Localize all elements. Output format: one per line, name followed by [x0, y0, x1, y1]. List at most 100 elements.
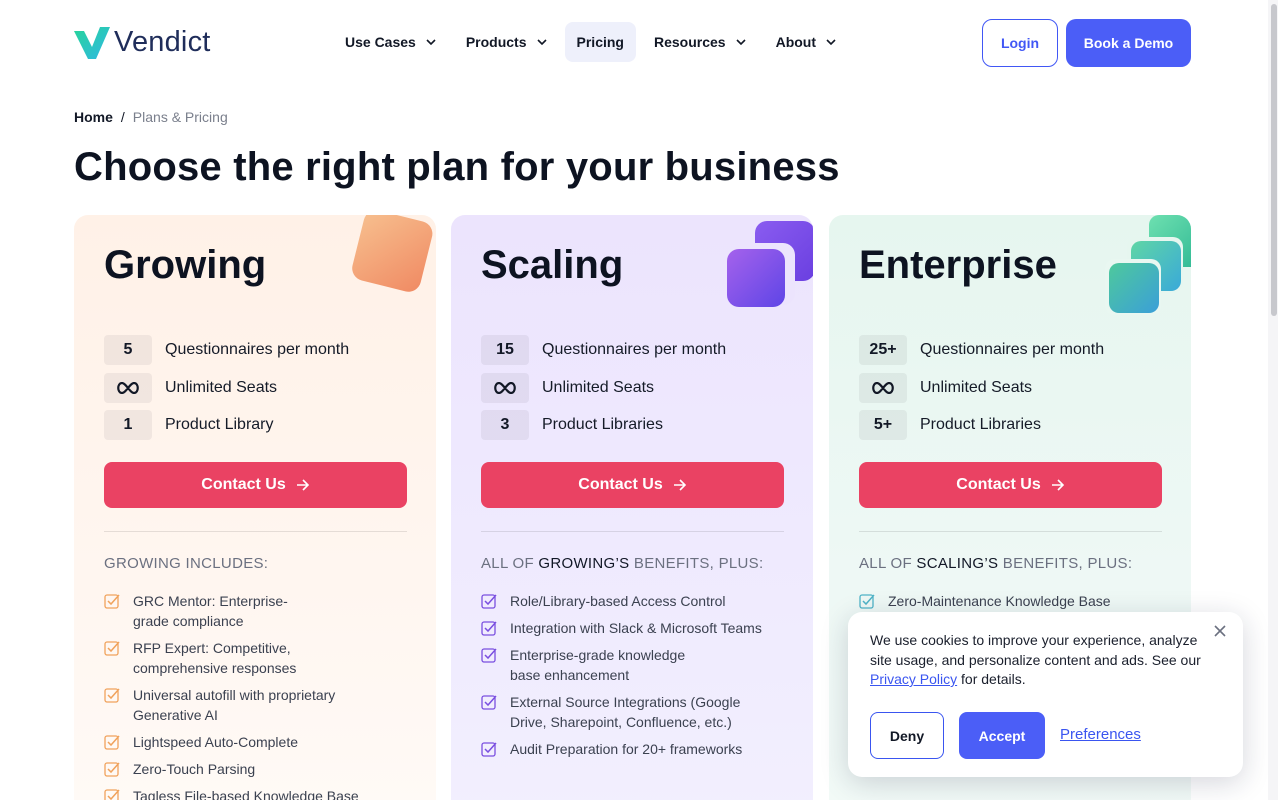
privacy-policy-link[interactable]: Privacy Policy [870, 671, 957, 687]
contact-us-button[interactable]: Contact Us [859, 462, 1162, 508]
login-button[interactable]: Login [982, 19, 1058, 67]
checkbox-icon [104, 688, 120, 703]
chevron-down-icon [736, 39, 746, 46]
feature-item: Role/Library-based Access Control [481, 591, 781, 611]
stat-value: 15 [481, 335, 529, 365]
checkbox-icon [481, 695, 497, 710]
includes-highlight: GROWING’S [538, 555, 630, 572]
infinity-icon [859, 372, 907, 403]
menu-products-label: Products [465, 34, 527, 50]
menu-resources-label: Resources [653, 34, 726, 50]
stat-row: Unlimited Seats [859, 372, 1169, 403]
menu-products[interactable]: Products [454, 22, 559, 62]
accept-button[interactable]: Accept [959, 712, 1045, 759]
feature-item: Lightspeed Auto-Complete [104, 732, 404, 752]
includes-heading: ALL OF SCALING’S BENEFITS, PLUS: [859, 555, 1132, 572]
arrow-right-icon [673, 479, 686, 491]
contact-us-label: Contact Us [578, 476, 663, 493]
purple-squares-decoration [727, 221, 813, 307]
chevron-down-icon [426, 39, 436, 46]
breadcrumb-home[interactable]: Home [74, 109, 113, 125]
deny-button[interactable]: Deny [870, 712, 944, 759]
menu-about[interactable]: About [764, 22, 848, 62]
feature-text: GRC Mentor: Enterprise-grade compliance [133, 593, 288, 629]
arrow-right-icon [296, 479, 309, 491]
stat-value: 3 [481, 410, 529, 440]
feature-item: GRC Mentor: Enterprise-grade compliance [104, 591, 404, 631]
feature-list: Role/Library-based Access Control Integr… [481, 591, 781, 766]
checkbox-icon [104, 789, 120, 800]
stat-row: Unlimited Seats [104, 372, 414, 403]
book-demo-button[interactable]: Book a Demo [1066, 19, 1191, 67]
stat-row: 5+ Product Libraries [859, 410, 1169, 440]
menu-pricing-label: Pricing [576, 34, 624, 50]
includes-prefix: ALL OF [481, 555, 539, 572]
checkbox-icon [104, 735, 120, 750]
preferences-link[interactable]: Preferences [1060, 726, 1141, 743]
checkbox-icon [104, 762, 120, 777]
top-nav: Vendict Use Cases Products Pricing Resou… [0, 0, 1280, 86]
brand-name: Vendict [114, 25, 211, 58]
vendict-logo-icon [74, 27, 110, 59]
plan-title: Scaling [481, 243, 624, 287]
plan-title: Enterprise [859, 243, 1057, 287]
feature-item: Enterprise-grade knowledge base enhancem… [481, 645, 781, 685]
cookie-message: We use cookies to improve your experienc… [870, 631, 1220, 690]
menu-use-cases[interactable]: Use Cases [333, 22, 448, 62]
stat-row: 15 Questionnaires per month [481, 335, 791, 365]
checkbox-icon [104, 641, 120, 656]
plan-stats: 25+ Questionnaires per month Unlimited S… [859, 335, 1169, 448]
feature-text: Tagless File-based Knowledge Base [133, 788, 359, 800]
feature-item: External Source Integrations (Google Dri… [481, 692, 781, 732]
plan-stats: 5 Questionnaires per month Unlimited Sea… [104, 335, 414, 448]
includes-suffix: BENEFITS, PLUS: [998, 555, 1133, 572]
infinity-icon [481, 372, 529, 403]
stat-value: 1 [104, 410, 152, 440]
feature-text: Lightspeed Auto-Complete [133, 734, 298, 750]
stat-label: Unlimited Seats [542, 378, 655, 396]
page-title: Choose the right plan for your business [74, 145, 840, 189]
includes-highlight: SCALING’S [916, 555, 999, 572]
divider [859, 531, 1162, 532]
stat-row: 3 Product Libraries [481, 410, 791, 440]
vendict-logo[interactable]: Vendict [74, 24, 211, 60]
breadcrumb: Home / Plans & Pricing [74, 109, 228, 125]
stat-value: 5+ [859, 410, 907, 440]
contact-us-button[interactable]: Contact Us [104, 462, 407, 508]
stat-row: 5 Questionnaires per month [104, 335, 414, 365]
feature-list: GRC Mentor: Enterprise-grade compliance … [104, 591, 404, 800]
includes-heading: ALL OF GROWING’S BENEFITS, PLUS: [481, 555, 763, 572]
scrollbar-thumb[interactable] [1271, 4, 1277, 316]
plan-card-scaling: Scaling 15 Questionnaires per month Unli… [451, 215, 813, 800]
main-menu: Use Cases Products Pricing Resources Abo… [333, 22, 848, 62]
contact-us-label: Contact Us [956, 476, 1041, 493]
checkbox-icon [481, 742, 497, 757]
stat-label: Product Libraries [542, 416, 663, 433]
menu-resources[interactable]: Resources [642, 22, 758, 62]
stat-row: 25+ Questionnaires per month [859, 335, 1169, 365]
stat-label: Questionnaires per month [165, 341, 350, 358]
feature-text: Audit Preparation for 20+ frameworks [510, 741, 743, 757]
cookie-text-before: We use cookies to improve your experienc… [870, 632, 1201, 668]
stat-value: 25+ [859, 335, 907, 365]
feature-text: External Source Integrations (Google Dri… [510, 694, 741, 730]
breadcrumb-separator: / [120, 109, 125, 125]
plan-card-growing: Growing 5 Questionnaires per month Unlim… [74, 215, 436, 800]
cookie-text-after: for details. [957, 671, 1026, 687]
stat-row: 1 Product Library [104, 410, 414, 440]
arrow-right-icon [1051, 479, 1064, 491]
feature-item: Zero-Maintenance Knowledge Base [859, 591, 1159, 611]
divider [104, 531, 407, 532]
stat-label: Unlimited Seats [920, 378, 1033, 396]
includes-prefix: GROWING INCLUDES: [104, 555, 269, 572]
breadcrumb-current: Plans & Pricing [132, 109, 228, 125]
feature-item: Audit Preparation for 20+ frameworks [481, 739, 781, 759]
feature-text: RFP Expert: Competitive, comprehensive r… [133, 640, 297, 676]
feature-text: Integration with Slack & Microsoft Teams [510, 620, 762, 636]
cookie-banner: We use cookies to improve your experienc… [848, 612, 1243, 777]
contact-us-button[interactable]: Contact Us [481, 462, 784, 508]
stat-label: Questionnaires per month [920, 341, 1105, 358]
menu-use-cases-label: Use Cases [345, 34, 416, 50]
menu-pricing[interactable]: Pricing [564, 22, 636, 62]
orange-shape-decoration [352, 215, 433, 292]
